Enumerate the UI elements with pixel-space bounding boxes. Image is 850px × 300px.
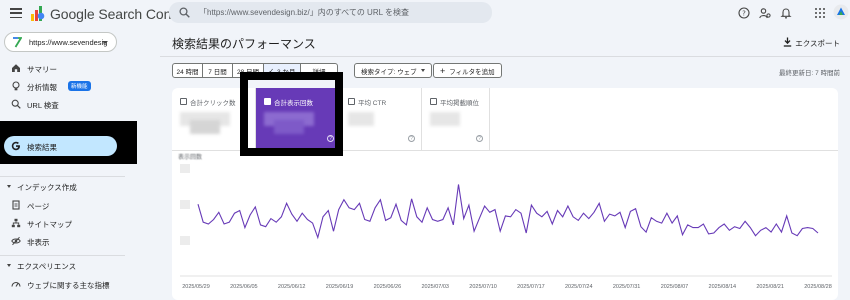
notifications-icon[interactable] <box>780 7 792 19</box>
x-tick-label: 2025/07/31 <box>612 284 641 290</box>
x-tick-label: 2025/07/24 <box>565 284 593 290</box>
url-inspect-search[interactable]: 「https://www.sevendesign.biz/」内のすべての URL… <box>169 2 492 23</box>
chevron-down-icon <box>420 69 425 72</box>
manage-users-icon[interactable] <box>759 7 771 19</box>
sidebar-item-sitemaps[interactable]: サイトマップ <box>0 215 125 231</box>
sidebar-item-label: 非表示 <box>27 238 50 247</box>
search-type-label: 検索タイプ: ウェブ <box>361 68 417 76</box>
last-updated: 最終更新日: 7 時間前 <box>778 70 840 77</box>
hidden-icon <box>11 236 21 246</box>
section-indexing[interactable]: インデックス作成 <box>0 180 125 194</box>
search-console-logo-icon <box>31 6 45 21</box>
download-icon <box>784 37 792 47</box>
page-title: 検索結果のパフォーマンス <box>172 37 316 51</box>
x-tick-label: 2025/06/19 <box>325 284 354 290</box>
highlight-frame <box>240 72 343 156</box>
x-tick-label: 2025/06/26 <box>373 284 402 290</box>
sidebar-item-label: ウェブに関する主な指標 <box>27 281 110 290</box>
sidebar-item-insights[interactable]: 分析情報 新機能 <box>0 78 125 94</box>
x-tick-label: 2025/08/21 <box>756 284 784 290</box>
divider <box>0 176 125 177</box>
sidebar-item-performance-label[interactable]: 検索結果 <box>0 138 125 154</box>
export-label: エクスポート <box>795 38 840 48</box>
search-type-filter[interactable]: 検索タイプ: ウェブ <box>354 63 432 78</box>
property-icon <box>13 37 22 48</box>
sidebar-item-label: ページ <box>27 202 50 211</box>
chevron-down-icon <box>102 41 108 44</box>
sidebar-item-label: 検索結果 <box>27 143 57 152</box>
x-tick-label: 2025/05/29 <box>182 284 210 290</box>
section-title: インデックス作成 <box>17 183 77 192</box>
collapse-triangle-icon <box>7 185 11 188</box>
sidebar-item-summary[interactable]: サマリー <box>0 60 125 76</box>
sitemap-icon <box>11 218 21 228</box>
sidebar-item-core-web-vitals[interactable]: ウェブに関する主な指標 <box>0 276 125 292</box>
range-24h[interactable]: 24 時間 <box>173 64 203 77</box>
plus-icon: + <box>440 65 446 76</box>
speed-icon <box>11 281 21 287</box>
sidebar-item-url-inspection[interactable]: URL 検査 <box>0 96 125 112</box>
apps-grid-icon[interactable] <box>814 7 826 19</box>
x-tick-label: 2025/07/03 <box>421 284 449 290</box>
menu-icon[interactable] <box>10 7 22 19</box>
range-7d[interactable]: 7 日間 <box>203 64 233 77</box>
help-icon[interactable]: ? <box>738 7 750 19</box>
header-divider <box>160 56 850 57</box>
sidebar-item-label: サイトマップ <box>27 220 72 229</box>
lightbulb-icon <box>12 81 20 91</box>
x-tick-label: 2025/07/17 <box>517 284 545 290</box>
x-tick-label: 2025/08/14 <box>708 284 737 290</box>
x-tick-label: 2025/08/28 <box>804 284 832 290</box>
home-icon <box>12 64 20 72</box>
property-selector[interactable]: https://www.sevendesign.biz/ <box>4 32 117 52</box>
new-badge: 新機能 <box>68 81 91 91</box>
collapse-triangle-icon <box>7 264 11 267</box>
account-avatar-icon[interactable] <box>833 4 849 20</box>
export-button[interactable]: エクスポート <box>784 36 840 50</box>
sidebar-item-pages[interactable]: ページ <box>0 197 125 213</box>
search-icon <box>179 7 190 18</box>
pages-icon <box>12 200 20 210</box>
x-tick-label: 2025/08/07 <box>660 284 689 290</box>
impressions-series-line <box>197 184 819 240</box>
x-tick-label: 2025/06/05 <box>230 284 258 290</box>
svg-text:?: ? <box>742 10 746 18</box>
search-icon <box>11 99 21 109</box>
search-placeholder: 「https://www.sevendesign.biz/」内のすべての URL… <box>199 8 409 17</box>
google-g-icon <box>11 141 20 151</box>
section-title: エクスペリエンス <box>17 262 77 271</box>
sidebar-item-label: サマリー <box>27 65 57 74</box>
section-experience[interactable]: エクスペリエンス <box>0 259 125 273</box>
property-url: https://www.sevendesign.biz/ <box>29 38 107 47</box>
add-filter-label: フィルタを追加 <box>449 68 495 76</box>
divider <box>0 255 125 256</box>
x-tick-label: 2025/06/12 <box>277 284 306 290</box>
add-filter-button[interactable]: + フィルタを追加 <box>433 63 502 78</box>
sidebar-item-label: URL 検査 <box>27 101 59 110</box>
sidebar-item-label: 分析情報 <box>27 83 57 92</box>
top-bar: Google Search Console 「https://www.seven… <box>0 0 850 28</box>
x-tick-label: 2025/07/10 <box>469 284 497 290</box>
sidebar-item-removals[interactable]: 非表示 <box>0 233 125 249</box>
